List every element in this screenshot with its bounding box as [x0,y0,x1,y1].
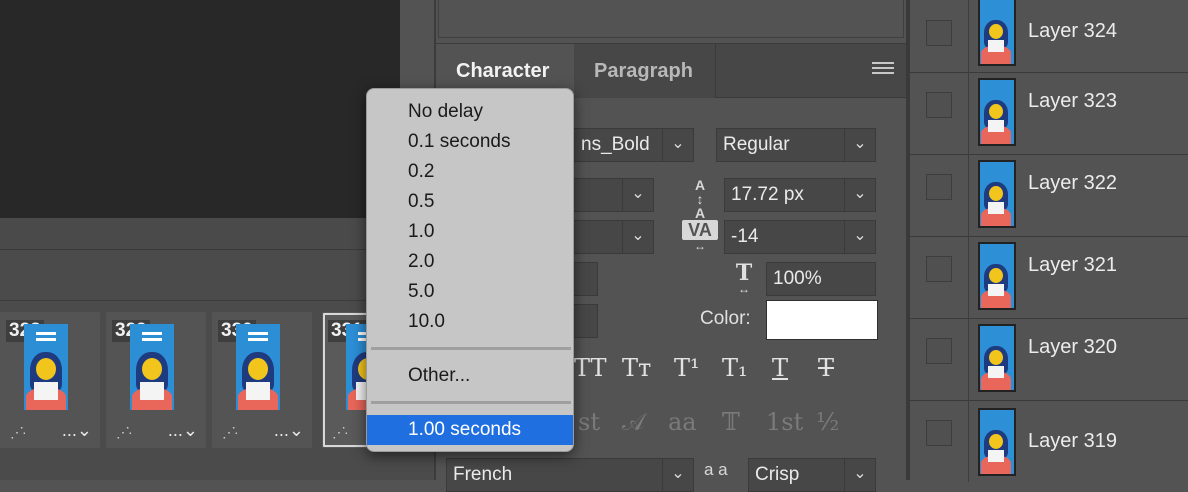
menu-separator [371,401,571,404]
frame-delay-menu: No delay 0.1 seconds 0.2 0.5 1.0 2.0 5.0… [366,88,574,452]
menu-item-other[interactable]: Other... [367,361,573,391]
layer-visibility-toggle[interactable] [926,174,952,200]
language-select[interactable]: French ⌄ [446,458,694,492]
horizontal-scale-field[interactable]: 100% [766,262,876,296]
chevron-down-icon[interactable]: ⌄ [844,129,875,161]
frame-disposal-icon[interactable]: ⋰· [116,424,133,441]
chevron-down-icon[interactable]: ⌄ [622,179,653,211]
layer-row[interactable]: Layer 319 [910,400,1188,482]
layer-visibility-toggle[interactable] [926,20,952,46]
timeline-frame[interactable]: 330 ⋰· ...⌄ [212,312,312,448]
leading-value: 17.72 px [731,184,804,205]
anti-alias-select[interactable]: Crisp ⌄ [748,458,876,492]
color-label: Color: [700,308,751,329]
layer-name[interactable]: Layer 322 [1028,172,1117,195]
frame-disposal-icon[interactable]: ⋰· [332,424,349,441]
font-family-select[interactable]: ns_Bold ⌄ [560,128,694,162]
tracking-icon: VA ↔ [682,220,718,254]
frame-thumbnail [24,324,68,410]
all-caps-button[interactable]: TT [574,354,606,382]
layer-row[interactable]: Layer 322 [910,154,1188,237]
menu-item-10-0[interactable]: 10.0 [367,307,573,337]
layer-name[interactable]: Layer 324 [1028,20,1117,43]
titling-alternates-button[interactable]: 𝕋 [722,408,740,436]
font-style-select[interactable]: Regular ⌄ [716,128,876,162]
layer-thumbnail [978,242,1016,310]
menu-item-2-0[interactable]: 2.0 [367,247,573,277]
fractions-button[interactable]: ½ [816,408,839,436]
language-value: French [453,464,513,485]
anti-alias-value: Crisp [755,464,800,485]
kerning-select[interactable]: ⌄ [560,220,654,254]
stylistic-alternates-button[interactable]: aa [668,408,697,436]
menu-item-0-1[interactable]: 0.1 seconds [367,127,573,157]
frame-disposal-icon[interactable]: ⋰· [222,424,239,441]
leading-select[interactable]: 17.72 px ⌄ [724,178,876,212]
frame-delay-button[interactable]: ...⌄ [62,420,92,441]
layer-name[interactable]: Layer 319 [1028,430,1117,453]
upper-panel-content [438,0,904,38]
font-family-value: ns_Bold [581,134,650,155]
layer-thumbnail [978,408,1016,476]
tab-paragraph[interactable]: Paragraph [574,44,716,98]
swash-button[interactable]: 𝒜 [622,408,645,436]
timeline-frame[interactable]: 328 ⋰· ...⌄ [0,312,100,448]
layer-visibility-toggle[interactable] [926,338,952,364]
chevron-down-icon[interactable]: ⌄ [662,129,693,161]
layer-name[interactable]: Layer 320 [1028,336,1117,359]
small-caps-button[interactable]: Tт [622,354,651,382]
underline-button[interactable]: T [772,354,788,382]
strikethrough-button[interactable]: T [818,354,834,382]
subscript-button[interactable]: T₁ [722,354,748,382]
leading-icon: A ↕ A [694,177,706,221]
menu-item-0-5[interactable]: 0.5 [367,187,573,217]
layer-row[interactable]: Layer 324 [910,0,1188,73]
layer-row[interactable]: Layer 321 [910,236,1188,319]
layer-thumbnail [978,78,1016,146]
chevron-down-icon[interactable]: ⌄ [662,459,693,491]
menu-item-1-0[interactable]: 1.0 [367,217,573,247]
layer-name[interactable]: Layer 321 [1028,254,1117,277]
menu-item-current-delay[interactable]: 1.00 seconds [367,415,573,445]
chevron-down-icon[interactable]: ⌄ [844,179,875,211]
tracking-value: -14 [731,226,759,247]
horizontal-scale-icon: T ↔ [735,260,753,296]
panel-menu-icon[interactable] [872,62,894,78]
timeline-frame[interactable]: 329 ⋰· ...⌄ [106,312,206,448]
ordinals-button[interactable]: 1st [766,408,803,436]
menu-item-no-delay[interactable]: No delay [367,97,573,127]
layer-visibility-toggle[interactable] [926,420,952,446]
layer-row[interactable]: Layer 320 [910,318,1188,401]
chevron-down-icon[interactable]: ⌄ [844,459,875,491]
frame-delay-button[interactable]: ...⌄ [168,420,198,441]
frame-thumbnail [236,324,280,410]
layer-thumbnail [978,0,1016,66]
frame-delay-button[interactable]: ...⌄ [274,420,304,441]
layer-visibility-toggle[interactable] [926,92,952,118]
font-style-value: Regular [723,134,790,155]
layer-thumbnail [978,324,1016,392]
color-swatch[interactable] [766,300,878,340]
layer-thumbnail [978,160,1016,228]
canvas-area[interactable] [0,0,400,218]
horizontal-scale-value: 100% [773,268,822,289]
menu-item-0-2[interactable]: 0.2 [367,157,573,187]
chevron-down-icon[interactable]: ⌄ [844,221,875,253]
layer-visibility-toggle[interactable] [926,256,952,282]
layer-name[interactable]: Layer 323 [1028,90,1117,113]
tracking-icon-label: VA [682,220,718,240]
frame-thumbnail [130,324,174,410]
frame-disposal-icon[interactable]: ⋰· [10,424,27,441]
anti-alias-icon: a a [704,460,728,479]
menu-separator [371,347,571,350]
tracking-select[interactable]: -14 ⌄ [724,220,876,254]
superscript-button[interactable]: T¹ [674,354,700,382]
menu-item-5-0[interactable]: 5.0 [367,277,573,307]
chevron-down-icon[interactable]: ⌄ [622,221,653,253]
discretionary-ligatures-button[interactable]: st [578,408,600,436]
font-size-select[interactable]: ⌄ [560,178,654,212]
layer-row[interactable]: Layer 323 [910,72,1188,155]
